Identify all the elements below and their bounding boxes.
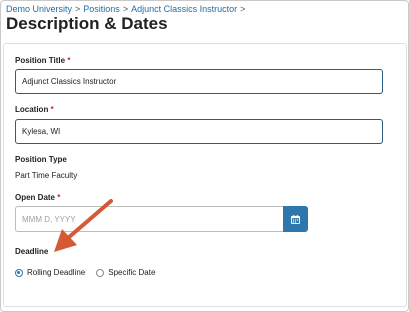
breadcrumb-item-positions[interactable]: Positions — [83, 4, 120, 14]
rolling-deadline-label: Rolling Deadline — [27, 268, 86, 277]
breadcrumb-separator: > — [75, 4, 81, 14]
position-title-input[interactable] — [15, 69, 383, 94]
page-frame: Demo University > Positions > Adjunct Classi… — [0, 0, 409, 312]
page-title: Description & Dates — [6, 14, 168, 33]
location-label-text: Location — [15, 105, 49, 114]
open-date-input[interactable] — [15, 206, 283, 232]
form-card: Position Title * Location * Position Typ… — [3, 43, 407, 307]
calendar-icon — [291, 214, 300, 224]
breadcrumb: Demo University > Positions > Adjunct Classi… — [6, 4, 248, 14]
breadcrumb-separator: > — [240, 4, 246, 14]
position-type-value: Part Time Faculty — [15, 171, 78, 180]
open-date-label-text: Open Date — [15, 193, 56, 202]
rolling-deadline-option[interactable]: Rolling Deadline — [15, 268, 85, 277]
position-type-label: Position Type — [15, 155, 67, 164]
calendar-button[interactable] — [283, 206, 308, 232]
location-label: Location * — [15, 105, 54, 114]
position-title-label-text: Position Title — [15, 56, 66, 65]
breadcrumb-separator: > — [122, 4, 129, 14]
location-input[interactable] — [15, 119, 383, 144]
open-date-label: Open Date * — [15, 193, 60, 202]
specific-date-option[interactable]: Specific Date — [96, 268, 155, 277]
required-marker: * — [50, 105, 54, 114]
rolling-deadline-radio[interactable] — [15, 268, 23, 277]
specific-date-label: Specific Date — [108, 268, 156, 277]
position-title-label: Position Title * — [15, 56, 70, 65]
required-marker: * — [57, 193, 61, 202]
specific-date-radio[interactable] — [96, 268, 105, 277]
required-marker: * — [67, 56, 71, 65]
breadcrumb-item-university[interactable]: Demo University — [6, 4, 72, 14]
deadline-radio-group: Rolling Deadline Specific Date — [15, 268, 155, 277]
deadline-label: Deadline — [15, 247, 49, 256]
breadcrumb-item-position[interactable]: Adjunct Classics Instructor — [131, 4, 237, 14]
